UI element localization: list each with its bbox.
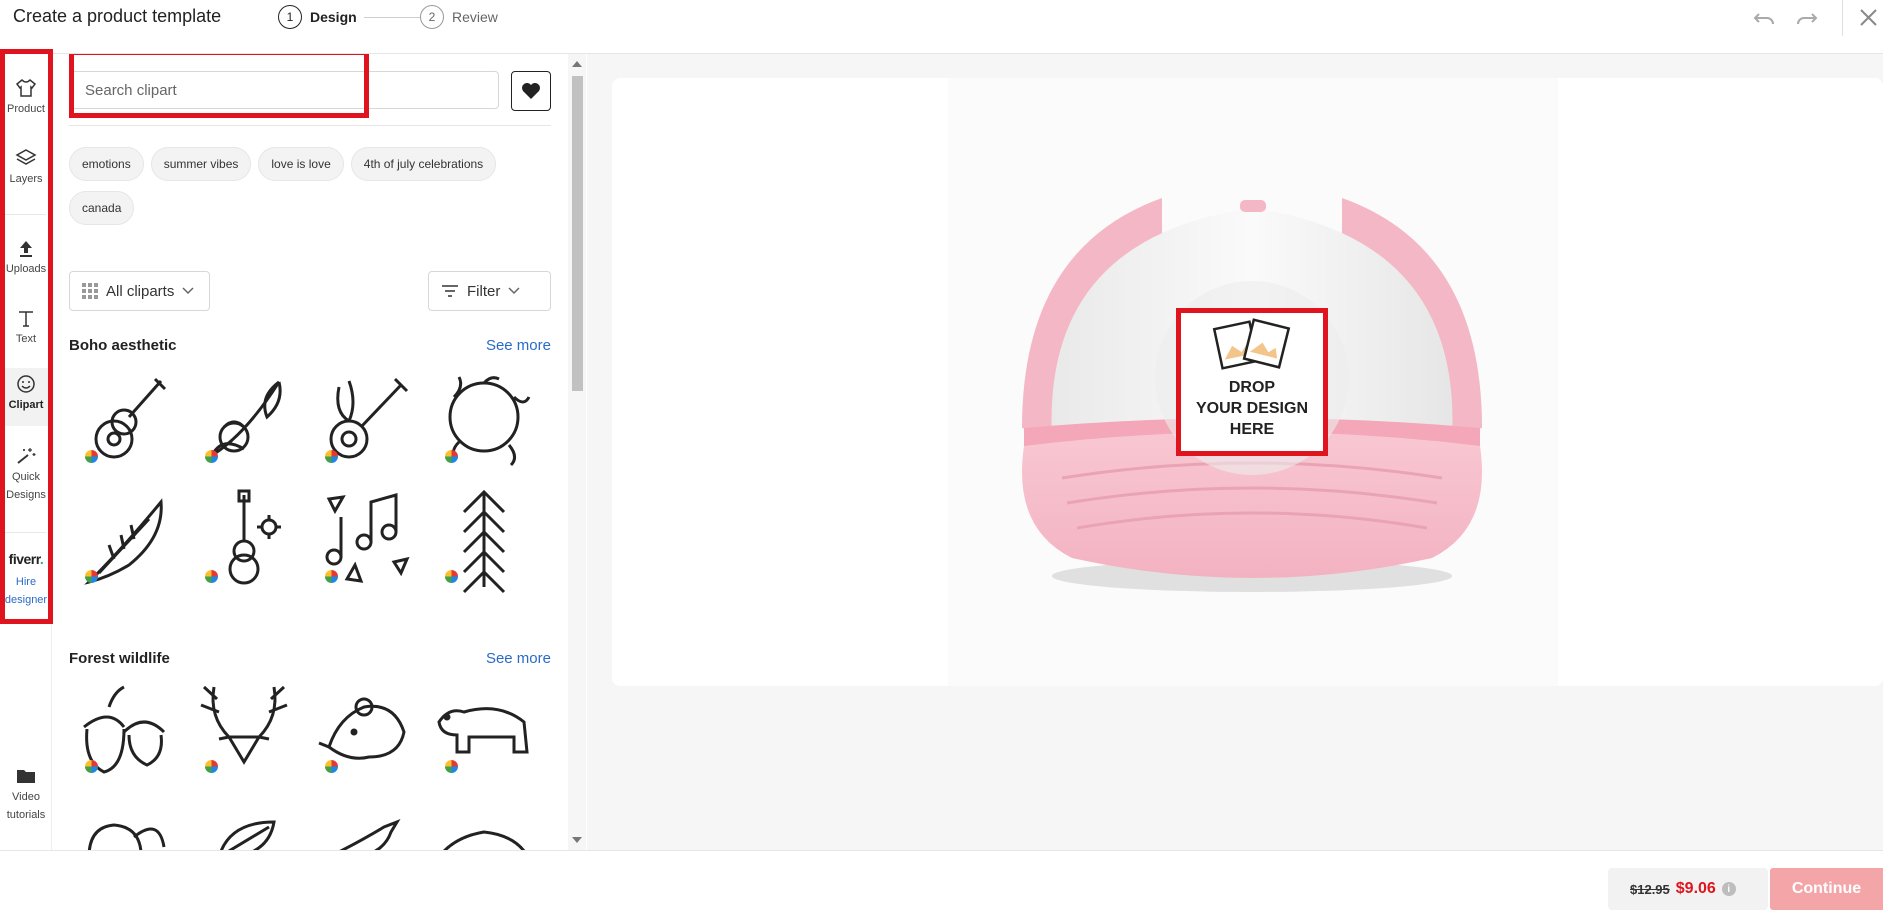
panel-divider <box>69 125 551 126</box>
clipart-squirrel[interactable] <box>69 797 179 850</box>
color-badge-icon <box>325 450 338 463</box>
clipart-panel: Search clipart emotions summer vibes lov… <box>53 54 569 850</box>
drop-design-text: DROP YOUR DESIGN HERE <box>1195 379 1308 438</box>
footer-bar: $12.95 $9.06 i Continue <box>0 850 1883 920</box>
price-summary: $12.95 $9.06 i <box>1608 868 1768 910</box>
search-input[interactable]: Search clipart <box>69 71 499 109</box>
clipart-bird[interactable] <box>309 797 419 850</box>
color-badge-icon <box>445 760 458 773</box>
clipart-leaf[interactable] <box>189 797 299 850</box>
clipart-bear-head[interactable] <box>309 677 419 787</box>
clipart-arrow-chevrons[interactable] <box>429 487 539 597</box>
all-cliparts-label: All cliparts <box>106 282 175 300</box>
section-title: Forest wildlife <box>69 650 170 667</box>
clipart-banjo[interactable] <box>309 367 419 477</box>
all-cliparts-dropdown[interactable]: All cliparts <box>69 271 210 311</box>
rail-item-label: Video tutorials <box>6 791 46 821</box>
step-label: Review <box>452 9 498 25</box>
tag-chip[interactable]: emotions <box>69 147 144 181</box>
filter-button[interactable]: Filter <box>428 271 551 311</box>
see-more-link[interactable]: See more <box>486 650 551 667</box>
color-badge-icon <box>85 570 98 583</box>
step-label: Design <box>310 9 357 25</box>
panel-scrollbar[interactable] <box>568 54 586 850</box>
scroll-down-icon[interactable] <box>572 837 582 843</box>
scroll-thumb[interactable] <box>572 76 583 391</box>
design-drop-zone[interactable]: DROP YOUR DESIGN HERE <box>1176 308 1328 456</box>
step-connector <box>364 17 420 18</box>
design-workspace: DROP YOUR DESIGN HERE <box>587 54 1883 850</box>
clipart-leaf-wreath[interactable] <box>429 367 539 477</box>
tag-chip[interactable]: love is love <box>258 147 344 181</box>
original-price: $12.95 <box>1630 881 1670 897</box>
clipart-music-notes[interactable] <box>309 487 419 597</box>
page-title: Create a product template <box>13 6 222 26</box>
clipart-guitar-flower[interactable] <box>189 487 299 597</box>
continue-button[interactable]: Continue <box>1770 868 1883 910</box>
favorites-button[interactable] <box>511 71 551 111</box>
search-placeholder: Search clipart <box>85 81 177 99</box>
header-divider <box>1842 0 1843 36</box>
header-bar: Create a product template 1 Design 2 Rev… <box>0 0 1883 54</box>
color-badge-icon <box>325 570 338 583</box>
color-badge-icon <box>205 450 218 463</box>
color-badge-icon <box>85 760 98 773</box>
clipart-guitar[interactable] <box>69 367 179 477</box>
clipart-antlers[interactable] <box>189 677 299 787</box>
rail-highlight-box <box>0 49 53 624</box>
heart-icon <box>522 83 540 99</box>
clipart-floral-branch[interactable] <box>189 367 299 477</box>
color-badge-icon <box>445 570 458 583</box>
discounted-price: $9.06 <box>1675 880 1716 897</box>
folder-icon <box>17 770 35 783</box>
chevron-down-icon <box>182 287 194 295</box>
section-title: Boho aesthetic <box>69 337 177 354</box>
color-badge-icon <box>85 450 98 463</box>
close-icon[interactable] <box>1856 6 1882 30</box>
info-icon[interactable]: i <box>1721 882 1736 896</box>
product-canvas: DROP YOUR DESIGN HERE <box>612 78 1883 686</box>
rail-item-video-tutorials[interactable]: Video tutorials <box>0 766 52 832</box>
undo-icon[interactable] <box>1751 6 1777 30</box>
redo-icon[interactable] <box>1794 6 1820 30</box>
filter-label: Filter <box>467 282 501 300</box>
tag-chip[interactable]: canada <box>69 191 135 225</box>
step-number: 1 <box>278 5 302 29</box>
clipart-bear-walking[interactable] <box>429 677 539 787</box>
color-badge-icon <box>325 760 338 773</box>
color-badge-icon <box>445 450 458 463</box>
clipart-acorn[interactable] <box>69 677 179 787</box>
color-badge-icon <box>205 570 218 583</box>
chevron-down-icon <box>508 287 520 295</box>
tag-chip[interactable]: 4th of july celebrations <box>350 147 497 181</box>
step-number: 2 <box>420 5 444 29</box>
clipart-feather[interactable] <box>69 487 179 597</box>
clipart-boar[interactable] <box>429 797 539 850</box>
scroll-up-icon[interactable] <box>572 61 582 67</box>
grid-icon <box>82 283 98 299</box>
color-badge-icon <box>205 760 218 773</box>
step-design[interactable]: 1 Design <box>278 5 357 29</box>
tag-chip[interactable]: summer vibes <box>150 147 252 181</box>
tag-chips: emotions summer vibes love is love 4th o… <box>69 147 529 225</box>
step-review[interactable]: 2 Review <box>420 5 498 29</box>
see-more-link[interactable]: See more <box>486 337 551 354</box>
image-upload-icon <box>1212 318 1291 370</box>
filter-icon <box>442 285 458 297</box>
